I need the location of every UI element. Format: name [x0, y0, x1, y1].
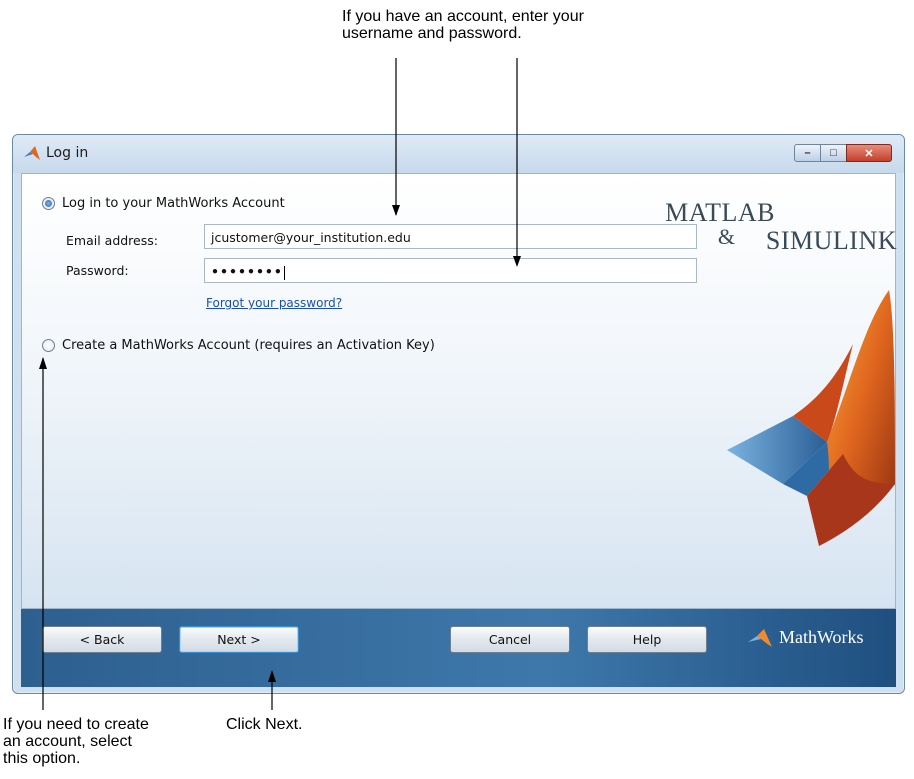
simulink-logo-text: SIMULINK [765, 226, 897, 255]
matlab-icon [24, 146, 40, 160]
title-bar[interactable]: Log in – □ ✕ [13, 135, 904, 173]
login-radio[interactable] [42, 197, 55, 210]
button-bar: < Back Next > Cancel Help MathWorks [21, 609, 896, 687]
login-option[interactable]: Log in to your MathWorks Account [42, 196, 285, 211]
password-label: Password: [66, 263, 129, 278]
maximize-icon[interactable]: □ [820, 144, 847, 162]
forgot-password-link[interactable]: Forgot your password? [206, 296, 342, 310]
create-account-radio[interactable] [42, 339, 55, 352]
annotation-username-password: If you have an account, enter your usern… [342, 8, 584, 42]
password-field[interactable]: •••••••• [204, 258, 697, 283]
login-window: Log in – □ ✕ Log in to your MathWorks Ac… [12, 134, 905, 694]
close-icon[interactable]: ✕ [846, 144, 892, 162]
email-label: Email address: [66, 233, 158, 248]
mathworks-logo-icon [748, 628, 772, 647]
create-account-option[interactable]: Create a MathWorks Account (requires an … [42, 338, 435, 353]
matlab-membrane-icon [727, 290, 895, 546]
help-button[interactable]: Help [587, 626, 707, 653]
content-panel: Log in to your MathWorks Account Email a… [21, 173, 896, 609]
logo-ampersand: & [717, 224, 735, 249]
annotation-click-next: Click Next. [226, 716, 303, 733]
mathworks-logo-text: MathWorks [779, 627, 864, 647]
window-title: Log in [46, 145, 89, 161]
minimize-icon[interactable]: – [794, 144, 821, 162]
login-option-label: Log in to your MathWorks Account [62, 196, 285, 211]
cancel-button[interactable]: Cancel [450, 626, 570, 653]
annotation-create-account: If you need to create an account, select… [3, 716, 149, 767]
create-account-label: Create a MathWorks Account (requires an … [62, 338, 435, 353]
back-button[interactable]: < Back [42, 626, 162, 653]
next-button[interactable]: Next > [179, 626, 299, 653]
mathworks-logo: MathWorks [747, 627, 864, 648]
email-field[interactable]: jcustomer@your_institution.edu [204, 224, 697, 249]
